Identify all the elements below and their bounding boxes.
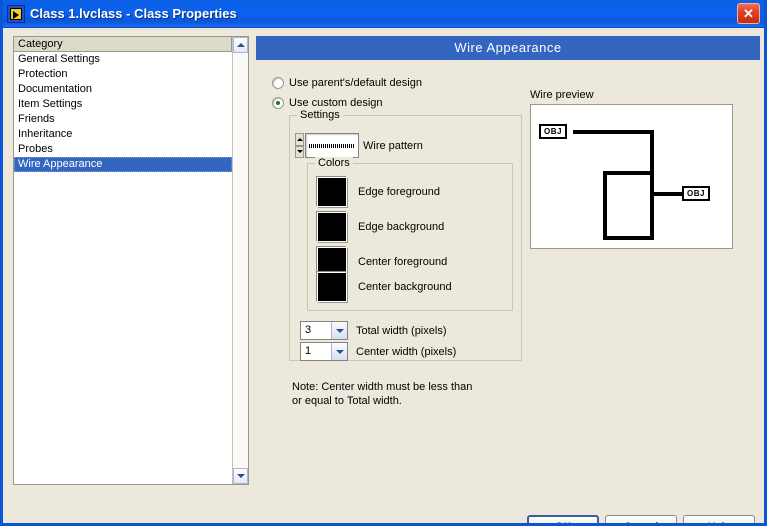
total-width-label: Total width (pixels) <box>356 324 447 337</box>
wire-preview-label: Wire preview <box>530 89 594 101</box>
preview-terminal-left: OBJ <box>539 124 567 139</box>
category-list-panel: Category General Settings Protection Doc… <box>13 36 249 485</box>
color-row-edge-foreground: Edge foreground <box>317 177 440 207</box>
color-label-edge-background: Edge background <box>358 221 445 233</box>
preview-wire-square-left <box>603 171 607 240</box>
color-label-center-background: Center background <box>358 281 452 293</box>
class-properties-dialog: Class 1.lvclass - Class Properties ✕ Cat… <box>0 0 767 526</box>
color-label-edge-foreground: Edge foreground <box>358 186 440 198</box>
wire-pattern-row: Wire pattern <box>295 133 423 158</box>
labview-class-icon <box>7 4 25 23</box>
scrollbar-track[interactable] <box>233 53 248 468</box>
preview-wire-square-top <box>603 171 654 175</box>
color-swatch-edge-foreground[interactable] <box>317 177 347 207</box>
center-width-row: 1 Center width (pixels) <box>300 342 456 361</box>
category-item-inheritance[interactable]: Inheritance <box>14 127 232 142</box>
color-label-center-foreground: Center foreground <box>358 256 448 268</box>
color-swatch-edge-background[interactable] <box>317 212 347 242</box>
total-width-row: 3 Total width (pixels) <box>300 321 446 340</box>
dialog-client-area: Category General Settings Protection Doc… <box>3 28 764 523</box>
wire-preview-box: OBJ OBJ <box>530 104 733 249</box>
category-item-item-settings[interactable]: Item Settings <box>14 97 232 112</box>
total-width-dropdown[interactable]: 3 <box>300 321 348 340</box>
center-width-value: 1 <box>305 345 312 357</box>
color-row-center-background: Center background <box>317 272 452 302</box>
center-width-dropdown[interactable]: 1 <box>300 342 348 361</box>
settings-group: Settings Wire pattern Colors Edge foregr… <box>289 109 522 361</box>
scroll-up-icon[interactable] <box>233 37 248 53</box>
color-row-edge-background: Edge background <box>317 212 444 242</box>
chevron-down-icon[interactable] <box>331 322 347 339</box>
close-icon[interactable]: ✕ <box>737 3 760 24</box>
pane-title: Wire Appearance <box>256 36 760 60</box>
center-width-label: Center width (pixels) <box>356 345 457 358</box>
color-swatch-center-background[interactable] <box>317 272 347 302</box>
cancel-button[interactable]: Cancel <box>605 515 677 523</box>
wire-pattern-label: Wire pattern <box>363 139 423 152</box>
category-item-probes[interactable]: Probes <box>14 142 232 157</box>
preview-wire-top <box>573 130 654 134</box>
settings-group-title: Settings <box>297 109 343 121</box>
category-item-friends[interactable]: Friends <box>14 112 232 127</box>
radio-label-custom: Use custom design <box>289 96 383 109</box>
ok-button[interactable]: OK <box>527 515 599 523</box>
colors-group-title: Colors <box>315 157 353 169</box>
category-scrollbar[interactable] <box>232 37 248 484</box>
radio-use-parent-default-design[interactable]: Use parent's/default design <box>272 74 760 91</box>
window-title-bar: Class 1.lvclass - Class Properties ✕ <box>3 0 764 28</box>
category-item-general-settings[interactable]: General Settings <box>14 52 232 67</box>
wire-appearance-pane: Wire Appearance Use parent's/default des… <box>256 36 760 485</box>
total-width-value: 3 <box>305 324 312 336</box>
preview-terminal-right: OBJ <box>682 186 710 201</box>
colors-group: Colors Edge foreground Edge background C… <box>307 157 513 311</box>
chevron-down-icon[interactable] <box>331 343 347 360</box>
stepper-up-icon[interactable] <box>295 133 304 146</box>
stepper-down-icon[interactable] <box>295 145 304 158</box>
radio-mark-custom[interactable] <box>272 96 284 109</box>
scroll-down-icon[interactable] <box>233 468 248 484</box>
preview-wire-square-bottom <box>603 236 654 240</box>
category-item-documentation[interactable]: Documentation <box>14 82 232 97</box>
radio-mark-default[interactable] <box>272 76 284 89</box>
category-item-wire-appearance[interactable]: Wire Appearance <box>14 157 232 172</box>
help-button[interactable]: Help <box>683 515 755 523</box>
window-title: Class 1.lvclass - Class Properties <box>30 6 237 21</box>
category-list-header: Category <box>14 37 232 52</box>
category-item-protection[interactable]: Protection <box>14 67 232 82</box>
wire-pattern-preview-line <box>309 144 355 148</box>
wire-pattern-stepper[interactable] <box>295 133 304 158</box>
preview-wire-vertical <box>650 130 654 240</box>
wire-pattern-swatch[interactable] <box>305 133 359 158</box>
radio-label-default: Use parent's/default design <box>289 76 422 89</box>
preview-wire-right <box>650 192 685 196</box>
category-list[interactable]: Category General Settings Protection Doc… <box>14 37 232 484</box>
width-constraint-note: Note: Center width must be less than or … <box>292 381 473 407</box>
